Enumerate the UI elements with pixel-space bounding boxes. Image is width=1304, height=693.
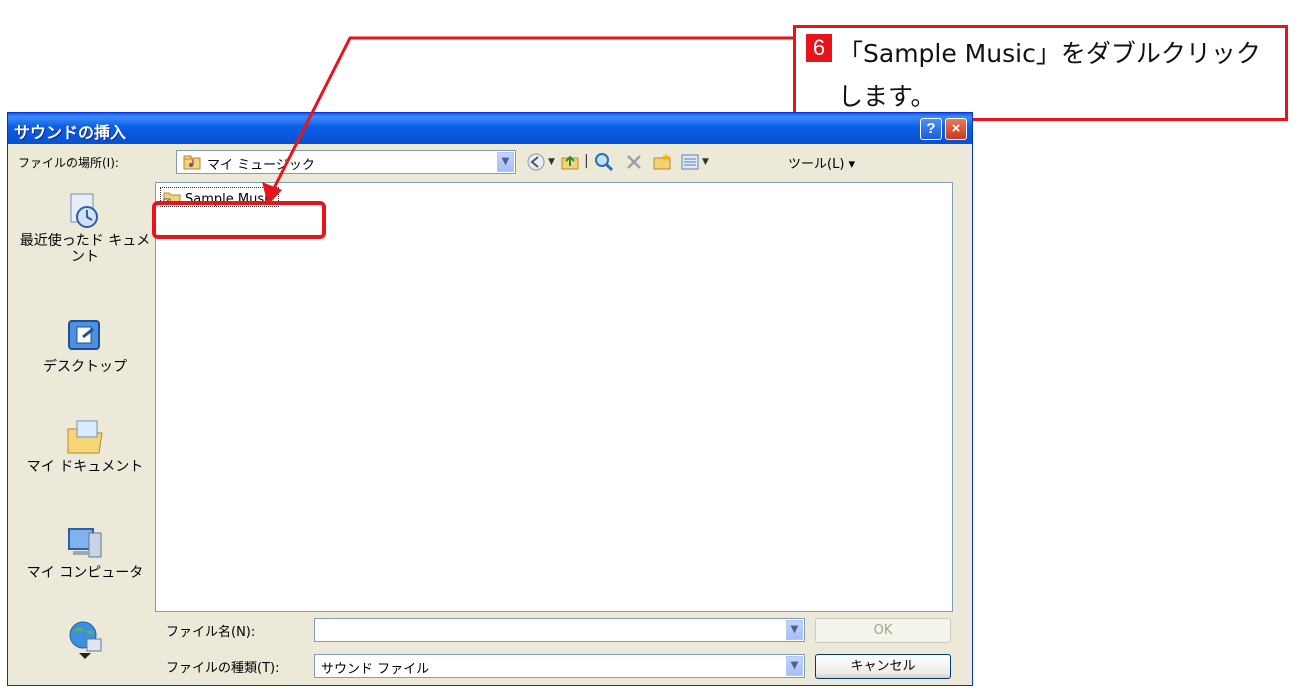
filetype-value: サウンド ファイル <box>321 662 430 677</box>
up-folder-icon[interactable] <box>560 152 580 172</box>
lookin-value: マイ ミュージック <box>207 158 315 173</box>
back-dropdown-icon[interactable]: ▼ <box>548 157 555 167</box>
new-folder-icon[interactable] <box>652 152 672 172</box>
filetype-select[interactable]: サウンド ファイル ▼ <box>314 654 805 678</box>
lookin-dropdown-button[interactable]: ▼ <box>497 152 514 172</box>
highlight-box <box>152 201 326 239</box>
step-number: 6 <box>806 34 832 62</box>
place-my-computer[interactable]: マイ コンピュータ <box>16 523 154 581</box>
help-button[interactable]: ? <box>920 118 942 140</box>
lookin-label: ファイルの場所(I): <box>18 156 119 170</box>
recent-documents-icon <box>70 193 98 228</box>
lookin-combobox[interactable]: マイ ミュージック ▼ <box>176 150 516 174</box>
instruction-text: 「Sample Music」をダブルクリックします。 <box>838 39 1261 111</box>
network-places-icon <box>69 621 102 659</box>
instruction-callout: 6 「Sample Music」をダブルクリックします。 <box>793 25 1288 121</box>
search-web-icon[interactable] <box>594 152 614 172</box>
my-computer-icon <box>68 528 102 558</box>
music-folder-icon <box>183 155 201 170</box>
toolbar-separator: | <box>584 153 589 169</box>
places-bar: 最近使ったド キュメント デスクトップ マイ ドキュメント マイ コンピュータ <box>16 183 154 681</box>
place-label: 最近使ったド キュメント <box>19 233 151 265</box>
place-recent-documents[interactable]: 最近使ったド キュメント <box>16 191 154 265</box>
ok-button[interactable]: OK <box>815 618 951 643</box>
desktop-icon <box>68 320 100 350</box>
place-label: マイ ドキュメント <box>26 459 144 475</box>
tools-menu[interactable]: ツール(L) ▾ <box>788 153 855 172</box>
filename-dropdown-button[interactable]: ▼ <box>786 620 803 640</box>
cancel-button[interactable]: キャンセル <box>815 654 951 679</box>
place-network[interactable] <box>16 619 154 661</box>
delete-icon[interactable] <box>624 152 644 172</box>
my-documents-icon <box>67 420 103 454</box>
filename-label: ファイル名(N): <box>166 625 256 640</box>
file-list[interactable]: Sample Music <box>155 182 953 612</box>
filename-field[interactable]: ▼ <box>314 618 805 642</box>
close-button[interactable]: × <box>945 118 967 140</box>
place-my-documents[interactable]: マイ ドキュメント <box>16 417 154 475</box>
views-dropdown-icon[interactable]: ▼ <box>702 157 709 167</box>
views-icon[interactable] <box>680 152 700 172</box>
back-icon[interactable] <box>526 152 546 172</box>
filetype-dropdown-button[interactable]: ▼ <box>786 656 803 676</box>
insert-sound-dialog: サウンドの挿入 ? × ファイルの場所(I): マイ ミュージック ▼ ▼ | <box>7 112 973 686</box>
dialog-title: サウンドの挿入 <box>14 123 127 142</box>
filetype-label: ファイルの種類(T): <box>166 661 280 676</box>
place-label: マイ コンピュータ <box>26 565 144 581</box>
place-label: デスクトップ <box>43 359 127 375</box>
title-bar: サウンドの挿入 ? × <box>8 113 972 144</box>
place-desktop[interactable]: デスクトップ <box>16 317 154 375</box>
